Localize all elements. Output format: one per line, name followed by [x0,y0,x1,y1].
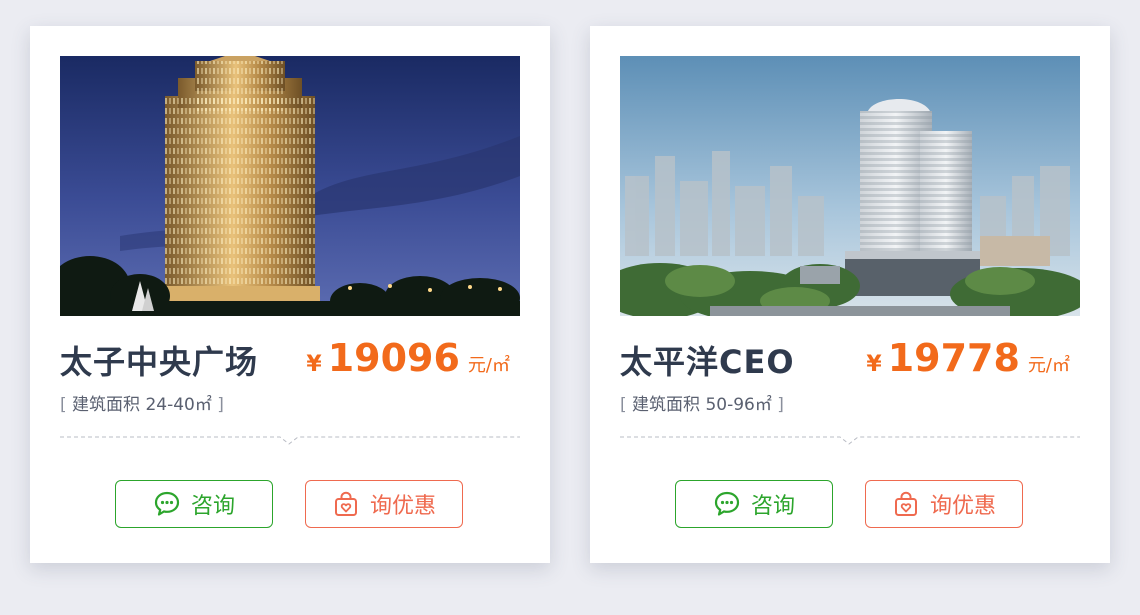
price-value: 19096 [327,336,460,380]
day-tower-photo [620,56,1080,316]
ask-discount-button[interactable]: 询优惠 [865,480,1023,528]
ask-discount-button[interactable]: 询优惠 [305,480,463,528]
currency-symbol: ¥ [306,352,322,377]
bracket-open: [ [620,395,627,415]
deal-label: 询优惠 [929,494,996,519]
property-photo[interactable] [620,56,1080,316]
chat-bubble-icon [153,490,181,518]
price-unit: 元/㎡ [467,355,510,376]
property-photo[interactable] [60,56,520,316]
bracket-close: ] [217,395,224,415]
property-price: ¥19096 元/㎡ [306,336,510,380]
building-area: [ 建筑面积 24-40㎡ ] [60,390,224,415]
bracket-close: ] [777,395,784,415]
listing-card-pacific-ceo[interactable]: 太平洋CEO ¥19778 元/㎡ [ 建筑面积 50-96㎡ ] 咨询 询优惠 [590,26,1110,563]
consult-button[interactable]: 咨询 [675,480,833,528]
property-name[interactable]: 太子中央广场 [60,337,258,383]
night-tower-photo [60,56,520,316]
building-area: [ 建筑面积 50-96㎡ ] [620,390,784,415]
area-text: 建筑面积 50-96㎡ [632,395,772,415]
property-name[interactable]: 太平洋CEO [620,337,795,383]
gift-bag-icon [892,490,920,518]
dashed-divider [620,436,1080,445]
chat-bubble-icon [713,490,741,518]
area-text: 建筑面积 24-40㎡ [72,395,212,415]
deal-label: 询优惠 [369,494,436,519]
consult-label: 咨询 [190,494,235,519]
bracket-open: [ [60,395,67,415]
currency-symbol: ¥ [866,352,882,377]
listing-card-taizi[interactable]: 太子中央广场 ¥19096 元/㎡ [ 建筑面积 24-40㎡ ] 咨询 询优惠 [30,26,550,563]
consult-label: 咨询 [750,494,795,519]
consult-button[interactable]: 咨询 [115,480,273,528]
price-unit: 元/㎡ [1027,355,1070,376]
dashed-divider [60,436,520,445]
gift-bag-icon [332,490,360,518]
property-price: ¥19778 元/㎡ [866,336,1070,380]
price-value: 19778 [887,336,1020,380]
